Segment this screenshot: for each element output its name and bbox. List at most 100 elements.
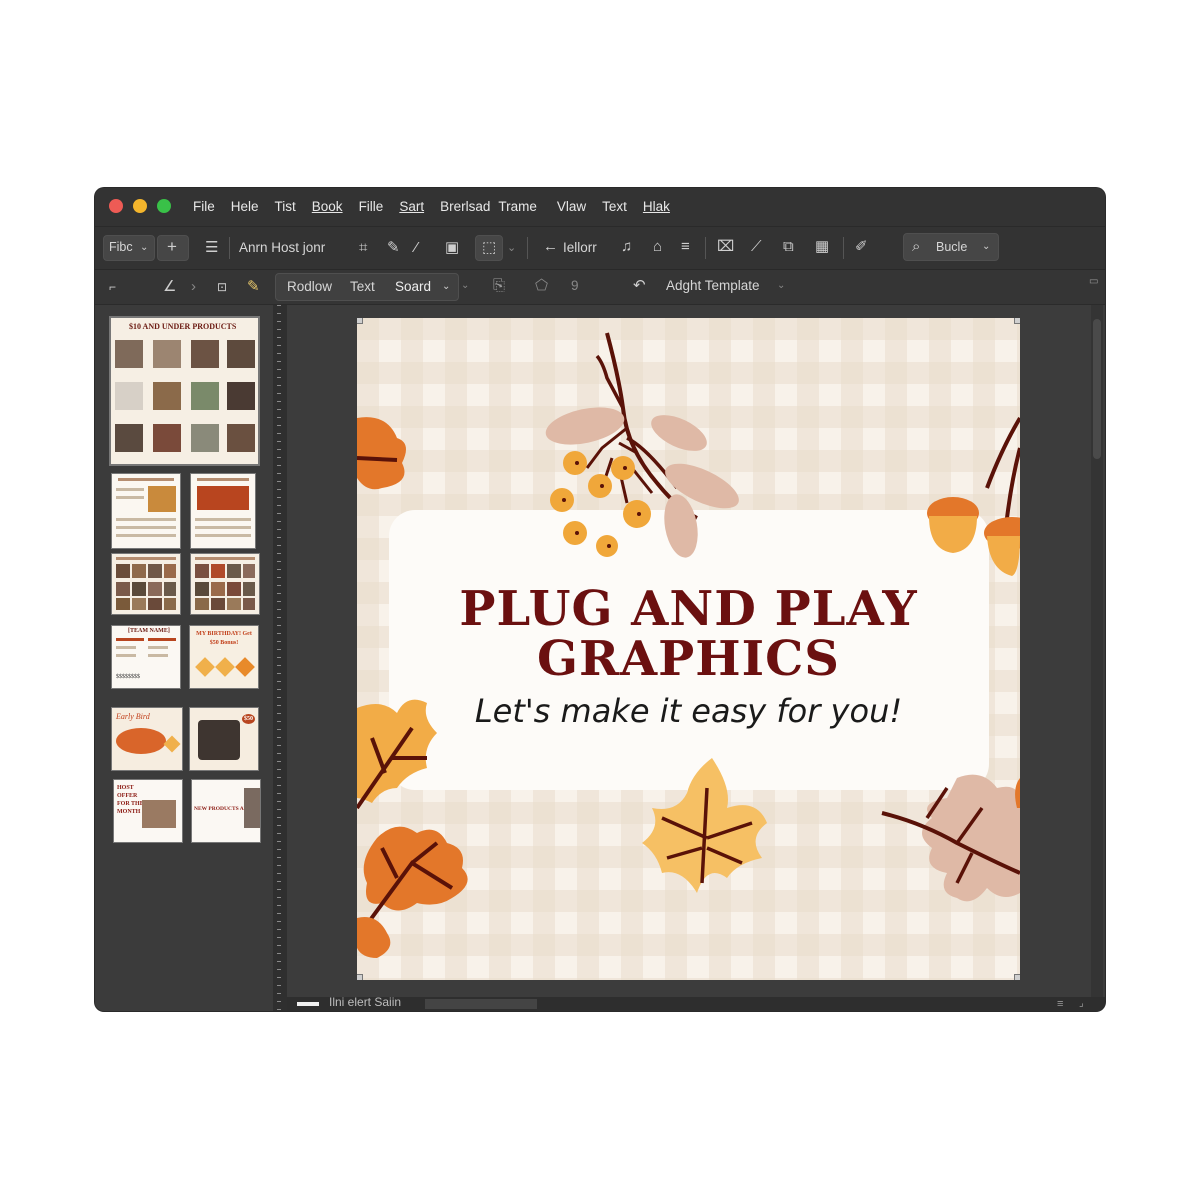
corner-icon[interactable]: ⌐ <box>109 279 116 295</box>
menu-tist[interactable]: Tist <box>275 199 296 214</box>
product-image <box>243 598 255 610</box>
text-line <box>148 646 168 649</box>
product-image <box>195 598 209 610</box>
text-style-label[interactable]: Anrn Host jonr <box>239 240 325 255</box>
save-icon[interactable]: ▣ <box>445 240 459 256</box>
page-thumbnail-2[interactable] <box>111 473 181 549</box>
add-button[interactable]: + <box>157 235 189 261</box>
chevron-down-icon[interactable]: ⌄ <box>461 278 469 294</box>
page-thumbnail-7[interactable]: MY BIRTHDAY! Get $50 Bonus! <box>189 625 259 689</box>
oak-leaf-graphic <box>357 699 468 958</box>
grid-icon[interactable]: ▦ <box>815 239 829 255</box>
thumbnail-title: HOST OFFER FOR THE MONTH <box>117 785 144 815</box>
pencil-icon[interactable]: ✎ <box>387 240 400 256</box>
template-dropdown[interactable]: Adght Template <box>666 278 760 293</box>
scrollbar-thumb[interactable] <box>1093 319 1101 459</box>
minimize-dot[interactable] <box>133 199 147 213</box>
app-window: File Hele Tist Book Fille Sart Brerlsad … <box>95 188 1105 1011</box>
thumbnail-badge: $50 <box>242 714 255 724</box>
arrow-left-icon[interactable]: ← <box>543 239 558 255</box>
page-thumbnail-3[interactable] <box>190 473 256 549</box>
home-icon[interactable]: ⌂ <box>653 239 662 255</box>
page-thumbnail-1[interactable]: $10 AND UNDER PRODUCTS <box>109 316 260 466</box>
angle-icon[interactable]: ∠ <box>163 279 176 295</box>
pencil-icon[interactable]: ✎ <box>247 279 260 295</box>
subtitle[interactable]: Let's make it easy for you! <box>357 692 1020 730</box>
page-thumbnail-11[interactable]: NEW PRODUCTS ALERT <box>191 779 261 843</box>
product-image <box>148 582 162 596</box>
menu-brerlsad[interactable]: Brerlsad <box>440 199 490 214</box>
product-image <box>244 788 260 828</box>
menu-icon[interactable]: ≡ <box>681 239 690 255</box>
select-tool[interactable]: ⬚ <box>475 235 503 261</box>
menu-hele[interactable]: Hele <box>231 199 259 214</box>
page-thumbnail-5[interactable] <box>190 553 260 615</box>
resize-handle[interactable] <box>357 974 363 980</box>
resize-grip-icon[interactable]: ⌟ <box>1079 996 1084 1011</box>
tab-soard[interactable]: Soard <box>395 279 431 294</box>
headline-line-1[interactable]: PLUG AND PLAY <box>357 584 1020 634</box>
layers-icon[interactable]: ⧉ <box>783 239 794 255</box>
clipboard-icon[interactable]: ⎘ <box>493 278 505 294</box>
chevron-down-icon[interactable]: ⌄ <box>777 278 785 294</box>
menu-file[interactable]: File <box>193 199 215 214</box>
resize-handle[interactable] <box>1014 974 1020 980</box>
thumbnail-title: Early Bird <box>116 712 150 721</box>
menu-trame[interactable]: Trame <box>498 199 537 214</box>
product-image <box>164 564 176 578</box>
frame-icon[interactable]: ⌗ <box>359 240 367 256</box>
product-image <box>197 486 249 510</box>
page-thumbnail-4[interactable] <box>111 553 181 615</box>
text-line <box>116 534 176 537</box>
close-dot[interactable] <box>109 199 123 213</box>
eyedropper-icon[interactable]: ✐ <box>855 239 868 255</box>
menu-fille[interactable]: Fille <box>359 199 384 214</box>
tab-rodlow[interactable]: Rodlow <box>287 279 332 294</box>
resize-handle[interactable] <box>1014 318 1020 324</box>
menu-help[interactable]: Hlak <box>643 199 670 214</box>
number-field[interactable]: 9 <box>571 278 579 293</box>
product-image <box>115 424 143 452</box>
page-thumbnail-9[interactable]: $50 <box>189 707 259 771</box>
menu-icon[interactable]: ≡ <box>1057 996 1063 1011</box>
undo-icon[interactable]: ↶ <box>633 278 646 294</box>
brush-icon[interactable]: ⁄ <box>415 240 418 256</box>
product-image <box>191 424 219 452</box>
search-icon: ⌕ <box>912 238 921 255</box>
page-thumbnail-8[interactable]: Early Bird <box>111 707 183 771</box>
chevron-down-icon[interactable]: ⌄ <box>507 240 516 256</box>
panel-toggle-icon[interactable]: ▭ <box>1089 274 1098 290</box>
product-image <box>132 564 146 578</box>
menu-view[interactable]: Vlaw <box>557 199 586 214</box>
nav-label[interactable]: Iellorr <box>563 240 597 255</box>
product-image <box>211 598 225 610</box>
vertical-scrollbar[interactable] <box>1091 305 1103 997</box>
shape-icon[interactable]: ⬠ <box>535 278 548 294</box>
design-canvas[interactable]: PLUG AND PLAY GRAPHICS Let's make it eas… <box>357 318 1020 980</box>
product-image <box>148 486 176 512</box>
chevron-right-icon[interactable]: › <box>191 279 196 295</box>
music-icon[interactable]: ♫ <box>621 239 632 255</box>
headline-line-2[interactable]: GRAPHICS <box>357 634 1020 684</box>
font-dropdown[interactable]: Fibc ⌄ <box>103 235 155 261</box>
product-image <box>198 720 240 760</box>
page-thumbnail-6[interactable]: [TEAM NAME] $$$$$$$$ <box>111 625 181 689</box>
product-image <box>227 382 255 410</box>
menu-text[interactable]: Text <box>602 199 627 214</box>
resize-handle[interactable] <box>357 318 363 324</box>
crop-icon[interactable]: ⟋ <box>751 239 762 255</box>
tab-text[interactable]: Text <box>350 279 375 294</box>
product-image <box>132 582 146 596</box>
thumbnail-title: $10 AND UNDER PRODUCTS <box>129 322 237 331</box>
search-box[interactable]: ⌕ Bucle ⌄ <box>903 233 999 261</box>
horizontal-scrollbar[interactable] <box>425 999 537 1009</box>
frame-icon[interactable]: ⊡ <box>217 279 227 295</box>
menu-book[interactable]: Book <box>312 199 343 214</box>
plus-icon: + <box>167 237 177 256</box>
trash-icon[interactable]: ⌧ <box>717 239 734 255</box>
menu-items: File Hele Tist Book Fille Sart Brerlsad … <box>193 199 686 214</box>
list-icon[interactable]: ☰ <box>205 240 218 256</box>
page-thumbnail-10[interactable]: HOST OFFER FOR THE MONTH <box>113 779 183 843</box>
menu-sart[interactable]: Sart <box>399 199 424 214</box>
zoom-dot[interactable] <box>157 199 171 213</box>
